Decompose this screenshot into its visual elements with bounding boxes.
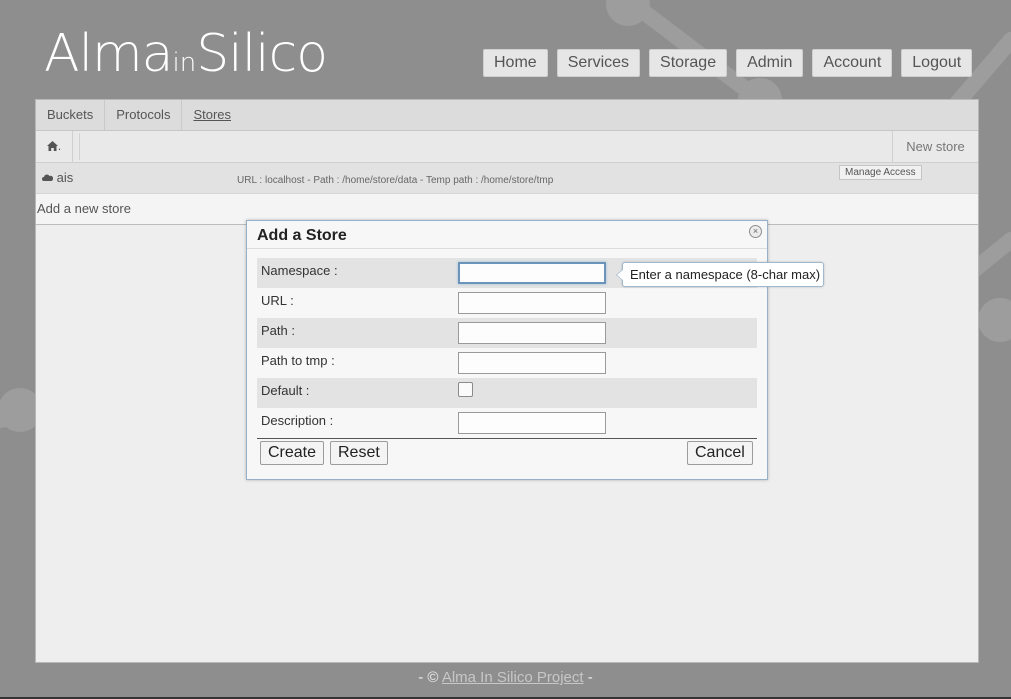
url-input[interactable] [458,292,606,314]
url-label: URL : [261,293,294,308]
nav-services-button[interactable]: Services [556,49,641,77]
create-button[interactable]: Create [260,441,325,465]
form-row-path: Path : [257,318,757,348]
logo-part-in: in [172,48,197,78]
logo-part-alma: Alma [44,24,174,84]
nav-storage-button[interactable]: Storage [649,49,728,77]
top-navigation: Home Services Storage Admin Account Logo… [483,49,973,77]
form-row-default: Default : [257,378,757,408]
tmp-path-input[interactable] [458,352,606,374]
nav-home-button[interactable]: Home [483,49,548,77]
cancel-button[interactable]: Cancel [687,441,753,465]
section-tabs: Buckets Protocols Stores [36,100,978,131]
manage-access-button[interactable]: Manage Access [839,165,922,180]
description-input[interactable] [458,412,606,434]
tab-stores[interactable]: Stores [182,100,242,130]
form-button-divider [257,438,757,439]
dialog-title-divider [247,248,767,249]
store-name-label: ais [56,170,74,185]
breadcrumb-home[interactable]: . [36,131,80,162]
footer-prefix: - © [418,669,439,686]
tab-protocols[interactable]: Protocols [105,100,183,130]
footer-suffix: - [587,669,593,686]
tab-buckets[interactable]: Buckets [36,100,106,130]
footer-project-link[interactable]: Alma In Silico Project [442,669,584,686]
close-icon[interactable]: × [749,225,762,238]
home-icon [46,141,58,151]
reset-button[interactable]: Reset [330,441,388,465]
new-store-button[interactable]: New store [892,131,978,162]
nav-admin-button[interactable]: Admin [736,49,804,77]
cloud-icon [42,174,54,181]
logo-part-silico: Silico [196,24,328,84]
form-row-tmp-path: Path to tmp : [257,348,757,378]
form-row-description: Description : [257,408,757,438]
path-input[interactable] [458,322,606,344]
breadcrumb-home-suffix: . [57,139,62,153]
tmp-path-label: Path to tmp : [261,353,335,368]
store-name: ais [42,170,73,185]
store-info: URL : localhost - Path : /home/store/dat… [237,175,554,186]
site-logo[interactable]: AlmainSilico [44,24,328,84]
description-label: Description : [261,413,334,428]
default-label: Default : [261,383,310,398]
default-checkbox[interactable] [458,382,473,397]
footer: - © Alma In Silico Project - [0,669,1011,686]
namespace-input[interactable] [458,262,606,284]
namespace-tooltip: Enter a namespace (8-char max) [616,262,824,287]
path-label: Path : [261,323,295,338]
namespace-label: Namespace : [261,263,338,278]
nav-logout-button[interactable]: Logout [901,49,973,77]
add-store-dialog: Add a Store × Namespace : URL : Path : P… [246,220,768,480]
nav-account-button[interactable]: Account [812,49,893,77]
form-row-url: URL : [257,288,757,318]
breadcrumb: . New store [36,131,978,163]
store-row[interactable]: ais URL : localhost - Path : /home/store… [36,163,978,194]
dialog-title: Add a Store [257,227,347,244]
